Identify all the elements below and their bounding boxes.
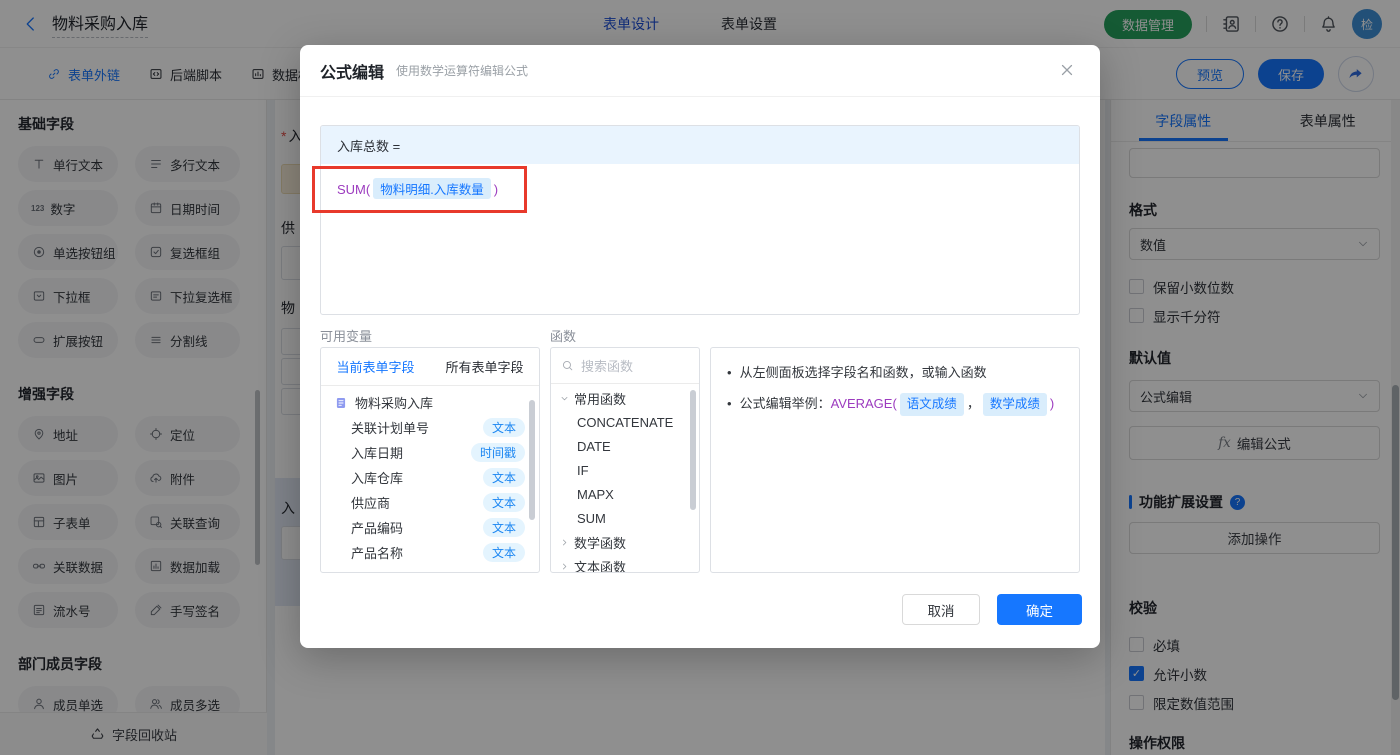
modal-header: 公式编辑 使用数学运算符编辑公式 [300,45,1100,97]
example-function: AVERAGE( [830,396,897,411]
close-icon[interactable] [1058,61,1076,79]
field-type-badge: 文本 [482,468,525,487]
formula-target: 入库总数 = [321,126,1079,164]
function-group[interactable]: 数学函数 [551,530,699,554]
help-panel: • 从左侧面板选择字段名和函数，或输入函数 • 公式编辑举例：AVERAGE(语… [710,347,1080,573]
functions-scrollbar[interactable] [690,390,696,510]
function-group[interactable]: 文本函数 [551,554,699,572]
variables-list: 物料采购入库 关联计划单号 文本 入库日期 时间戳 入库仓库 文本 供应商 文本 产品编码 文本 产品… [321,386,539,572]
variables-panel: 当前表单字段 所有表单字段 物料采购入库 关联计划单号 文本 入库日期 时间戳 入库仓库 文本… [320,347,540,573]
confirm-button[interactable]: 确定 [997,594,1082,625]
function-group[interactable]: 常用函数 [551,386,699,410]
variable-row[interactable] [321,565,539,572]
variables-tabs: 当前表单字段 所有表单字段 [321,348,539,386]
variable-row[interactable]: 产品编码 文本 [321,515,539,540]
modal-footer: 取消 确定 [902,594,1082,625]
form-doc-icon [333,396,349,410]
variable-row[interactable]: 关联计划单号 文本 [321,415,539,440]
variable-row[interactable]: 入库仓库 文本 [321,465,539,490]
functions-panel: 搜索函数 常用函数 CONCATENATE DATE IF MAPX SUM 数学函数 文本函… [550,347,700,573]
field-type-badge: 文本 [482,493,525,512]
function-search-input[interactable]: 搜索函数 [551,348,699,384]
function-item-CONCATENATE[interactable]: CONCATENATE [551,410,699,434]
field-type-badge: 文本 [482,518,525,537]
variable-row[interactable]: 供应商 文本 [321,490,539,515]
formula-editor: 入库总数 = SUM(物料明细.入库数量) [320,125,1080,315]
function-item-MAPX[interactable]: MAPX [551,482,699,506]
field-type-badge: 文本 [482,418,525,437]
field-type-badge: 文本 [482,543,525,562]
modal-subtitle: 使用数学运算符编辑公式 [396,64,529,78]
formula-input-area[interactable]: SUM(物料明细.入库数量) [321,164,1079,213]
functions-label: 函数 [550,329,577,344]
variable-tree-root[interactable]: 物料采购入库 [321,390,539,415]
chevron-down-icon [559,393,570,404]
function-item-DATE[interactable]: DATE [551,434,699,458]
cancel-button[interactable]: 取消 [902,594,980,625]
search-icon [561,359,574,372]
formula-close-paren: ) [493,182,499,197]
function-item-IF[interactable]: IF [551,458,699,482]
example-variable-chip: 数学成绩 [982,393,1047,416]
formula-variable-chip[interactable]: 物料明细.入库数量 [373,178,491,199]
modal-title: 公式编辑 [320,64,385,82]
formula-function: SUM( [337,182,371,197]
chevron-right-icon [559,561,570,572]
chevron-right-icon [559,537,570,548]
formula-editor-modal: 公式编辑 使用数学运算符编辑公式 入库总数 = SUM(物料明细.入库数量) 可… [300,45,1100,648]
field-type-badge: 时间戳 [470,443,525,462]
functions-tree: 常用函数 CONCATENATE DATE IF MAPX SUM 数学函数 文本函数 [551,384,699,572]
example-variable-chip: 语文成绩 [899,393,964,416]
variable-row[interactable]: 入库日期 时间戳 [321,440,539,465]
app-root: 物料采购入库 表单设计 表单设置 数据管理 检 表单外链 后端脚本 数据权 预览 保存… [0,0,1400,755]
function-item-SUM[interactable]: SUM [551,506,699,530]
variable-row[interactable]: 产品名称 文本 [321,540,539,565]
help-example: • 公式编辑举例：AVERAGE(语文成绩，数学成绩) [727,393,1065,416]
help-tip: • 从左侧面板选择字段名和函数，或输入函数 [727,365,987,380]
variables-scrollbar[interactable] [529,400,535,520]
variables-label: 可用变量 [320,329,373,344]
search-placeholder: 搜索函数 [581,359,634,374]
variables-tab[interactable]: 当前表单字段 [321,348,430,385]
variables-tab[interactable]: 所有表单字段 [430,348,539,385]
